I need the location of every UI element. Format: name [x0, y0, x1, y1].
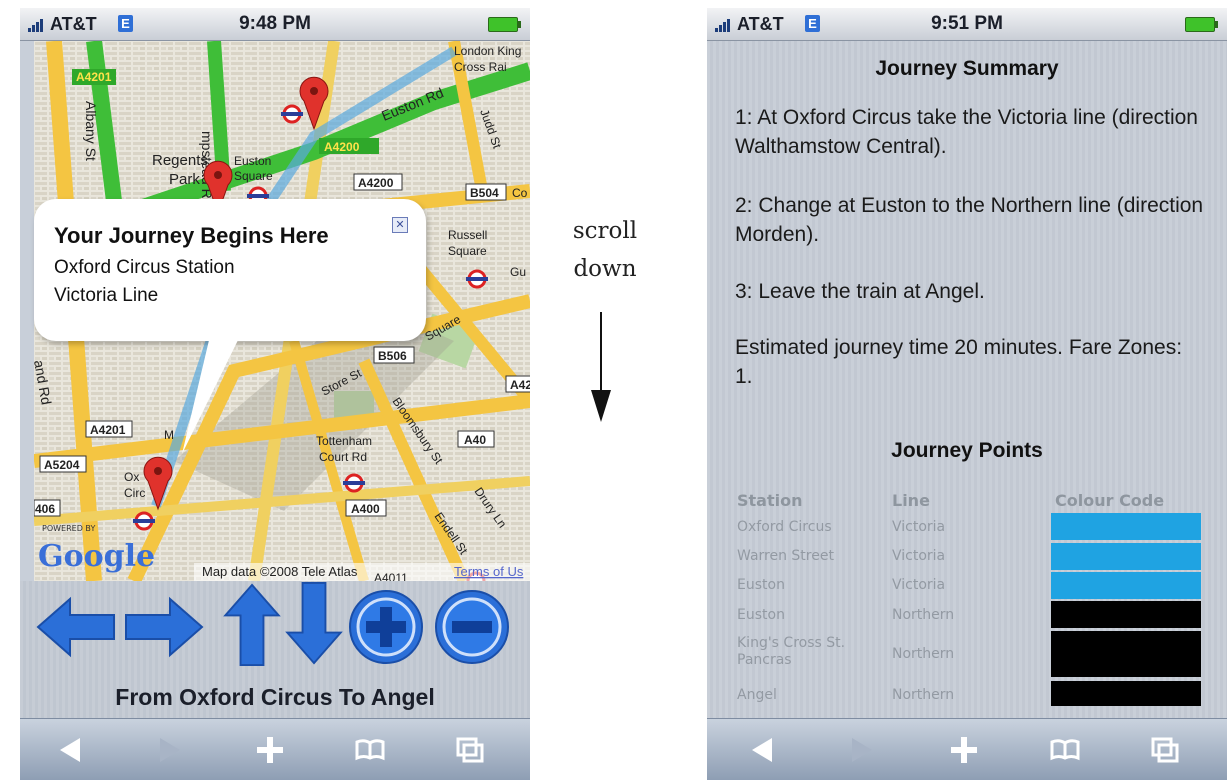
journey-summary-page[interactable]: Journey Summary 1: At Oxford Circus take… [707, 41, 1227, 718]
scroll-down-arrow-icon [591, 312, 611, 422]
map-label: Circ [124, 486, 145, 500]
route-caption: From Oxford Circus To Angel [115, 684, 435, 710]
map-label: Tottenham [316, 434, 372, 448]
browser-toolbar [20, 718, 530, 780]
map-label: A4201 [90, 423, 126, 437]
status-time: 9:48 PM [239, 13, 311, 34]
station-cell: Warren Street [737, 548, 834, 564]
arrow-right-icon[interactable] [122, 585, 206, 669]
line-cell: Northern [892, 687, 955, 703]
line-cell: Northern [892, 607, 955, 623]
zoom-out-icon[interactable] [430, 585, 514, 669]
station-cell: King's Cross St. Pancras [737, 635, 846, 668]
arrow-left-icon[interactable] [34, 585, 118, 669]
map-label: A40 [464, 433, 486, 447]
terms-link[interactable]: Terms of Us [454, 564, 524, 579]
back-icon[interactable] [50, 733, 90, 767]
google-logo: Google [38, 539, 155, 574]
map-controls: From Oxford Circus To Angel [20, 581, 530, 718]
powered-by-label: POWERED BY [42, 524, 95, 533]
plus-icon[interactable] [250, 733, 290, 767]
map-label: Gu [510, 265, 526, 279]
map-label: Court Rd [319, 450, 367, 464]
battery-icon [488, 17, 521, 32]
step-2: 2: Change at Euston to the Northern line… [735, 194, 1204, 246]
line-cell: Victoria [892, 548, 946, 564]
back-icon[interactable] [742, 733, 782, 767]
header-station: Station [737, 491, 803, 510]
colour-swatch [1051, 513, 1201, 540]
header-colour-code: Colour Code [1055, 491, 1165, 510]
pages-icon[interactable] [450, 733, 490, 767]
map-label: A5204 [44, 458, 80, 472]
map-copyright: Map data ©2008 Tele Atlas [202, 564, 358, 579]
line-cell: Victoria [892, 577, 946, 593]
map-label: A4200 [324, 140, 360, 154]
step-3: 3: Leave the train at Angel. [735, 280, 985, 303]
map-label: B504 [470, 186, 499, 200]
forward-icon[interactable] [150, 733, 190, 767]
header-line: Line [892, 491, 930, 510]
map-label: Russell [448, 228, 487, 242]
map-label: 406 [35, 502, 55, 516]
right-phone-screen: AT&T E 9:51 PM Journey Summary 1: At Oxf… [707, 8, 1227, 780]
callout-station: Oxford Circus Station [54, 257, 235, 278]
pages-icon[interactable] [1145, 733, 1185, 767]
status-time: 9:51 PM [931, 13, 1003, 34]
scroll-hint-line2: down [573, 256, 637, 282]
battery-icon [1185, 17, 1218, 32]
left-phone-screen: AT&T E 9:48 PM A4201 mpstead Rd Albany S… [20, 8, 530, 780]
line-cell: Northern [892, 646, 955, 662]
map-label: Euston [234, 154, 271, 168]
callout-line: Victoria Line [54, 285, 159, 306]
line-cell: Victoria [892, 519, 946, 535]
map-label: A42 [510, 378, 530, 392]
map-label: Co [512, 186, 528, 200]
colour-swatch [1051, 601, 1201, 628]
zoom-in-icon[interactable] [344, 585, 428, 669]
map-label: Park [169, 171, 200, 188]
map-label: Regents [152, 152, 208, 169]
forward-icon[interactable] [842, 733, 882, 767]
map-label: Albany St [83, 101, 99, 161]
journey-start-callout: Your Journey Begins Here Oxford Circus S… [34, 199, 426, 341]
summary-title: Journey Summary [875, 57, 1059, 80]
station-cell: Euston [737, 577, 785, 593]
colour-swatch [1051, 681, 1201, 706]
points-title: Journey Points [891, 439, 1043, 462]
map-label: A4201 [76, 70, 112, 84]
map-label: A400 [351, 502, 380, 516]
callout-pointer [182, 336, 240, 454]
map-label: Cross Rai [454, 60, 507, 74]
bookmarks-icon[interactable] [350, 733, 390, 767]
bookmarks-icon[interactable] [1045, 733, 1085, 767]
station-cell: Angel [737, 687, 777, 703]
colour-swatch [1051, 631, 1201, 677]
station-cell: Oxford Circus [737, 519, 832, 535]
plus-icon[interactable] [944, 733, 984, 767]
scroll-hint-line1: scroll [572, 218, 638, 244]
map-label: Square [234, 169, 273, 183]
map-label: B506 [378, 349, 407, 363]
browser-toolbar [707, 718, 1227, 780]
close-icon[interactable]: ✕ [392, 217, 408, 233]
map-label: Square [448, 244, 487, 258]
status-bar: AT&T E 9:51 PM [707, 8, 1227, 41]
step-1: 1: At Oxford Circus take the Victoria li… [735, 106, 1198, 158]
map-label: London King [454, 44, 521, 58]
colour-swatch [1051, 572, 1201, 599]
map-label: A4200 [358, 176, 394, 190]
station-cell: Euston [737, 607, 785, 623]
map-label: A4011 [374, 571, 408, 581]
map-label: Ox [124, 470, 139, 484]
callout-title: Your Journey Begins Here [54, 223, 329, 248]
journey-estimate: Estimated journey time 20 minutes. Fare … [735, 336, 1183, 388]
status-bar: AT&T E 9:48 PM [20, 8, 530, 41]
colour-swatch [1051, 543, 1201, 570]
